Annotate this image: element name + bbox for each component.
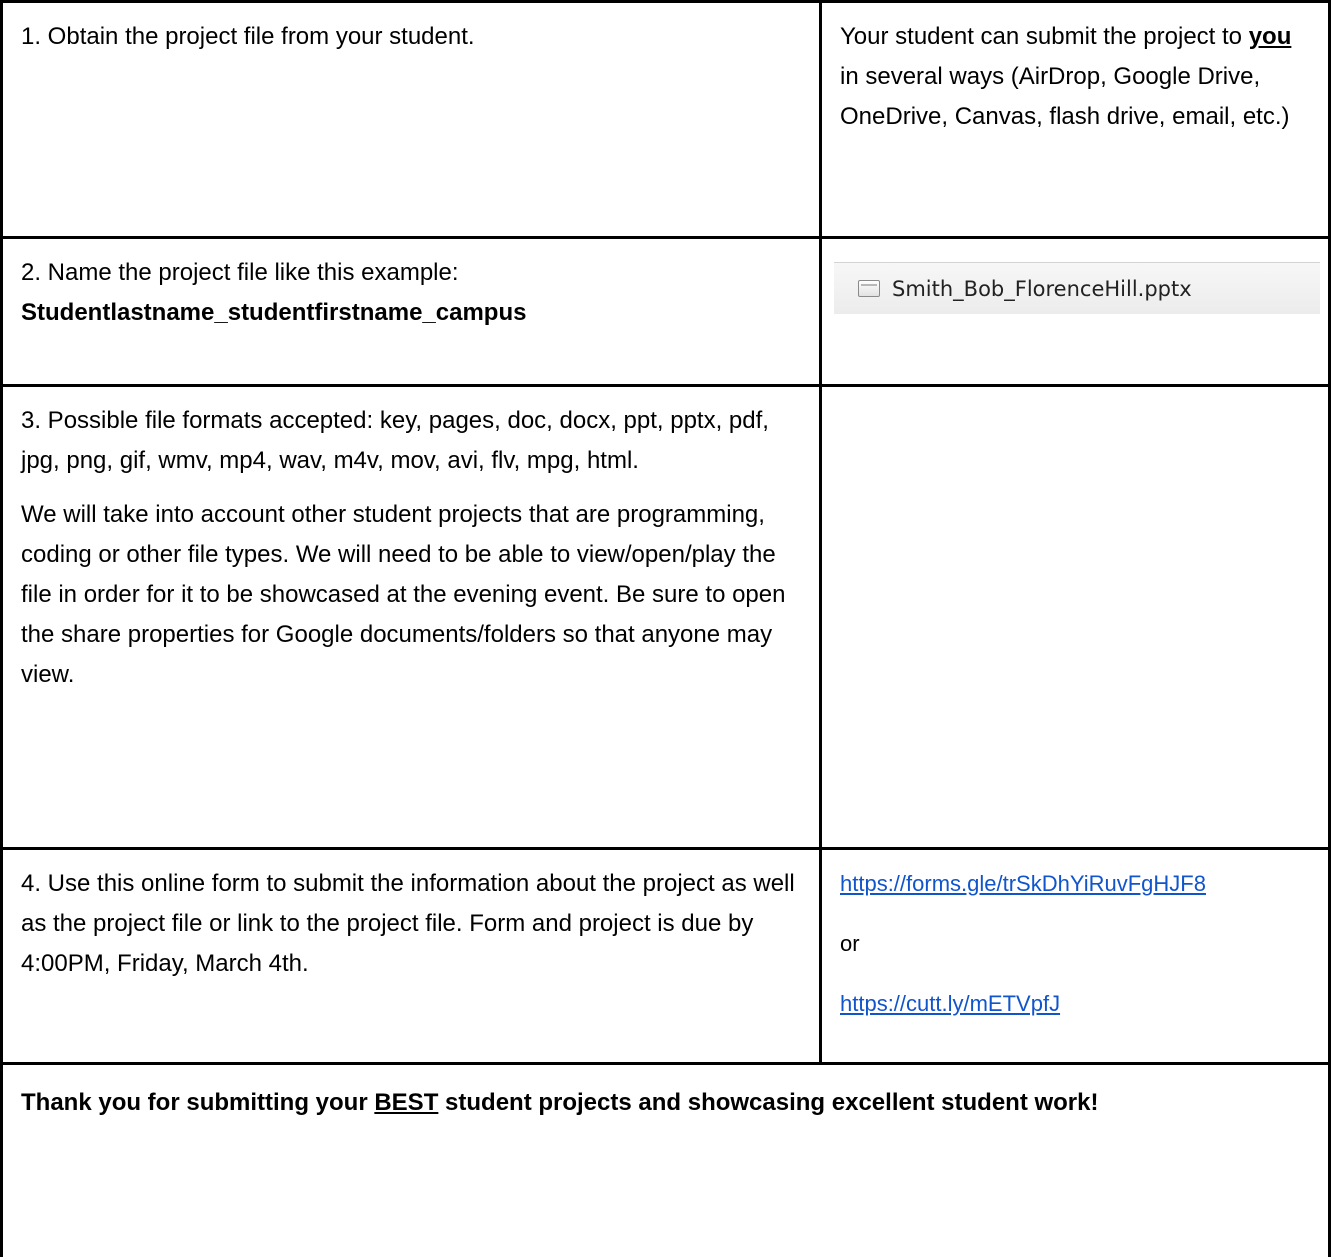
or-text: or <box>840 931 860 956</box>
thank-you-message: Thank you for submitting your BEST stude… <box>21 1083 1314 1123</box>
step-1-note: Your student can submit the project to y… <box>840 17 1314 137</box>
step-2-cell: 2. Name the project file like this examp… <box>3 239 819 384</box>
step-3-right-cell <box>822 387 1328 847</box>
step-1-note-emphasis: you <box>1248 23 1292 50</box>
step-4-cell: 4. Use this online form to submit the in… <box>3 850 819 1062</box>
example-file-entry: Smith_Bob_FlorenceHill.pptx <box>834 262 1320 314</box>
step-4-links-cell: https://forms.gle/trSkDhYiRuvFgHJF8 or h… <box>822 850 1328 1062</box>
step-3-details: We will take into account other student … <box>21 501 786 688</box>
short-link[interactable]: https://cutt.ly/mETVpfJ <box>840 991 1060 1016</box>
step-3-cell: 3. Possible file formats accepted: key, … <box>3 387 819 847</box>
step-1-cell: 1. Obtain the project file from your stu… <box>3 3 819 236</box>
document-icon <box>858 280 880 297</box>
thank-you-emphasis: BEST <box>374 1089 439 1116</box>
thank-you-cell: Thank you for submitting your BEST stude… <box>3 1065 1328 1257</box>
example-filename: Smith_Bob_FlorenceHill.pptx <box>892 276 1192 301</box>
step-4-text: 4. Use this online form to submit the in… <box>21 870 795 977</box>
thank-you-after: student projects and showcasing excellen… <box>438 1089 1099 1116</box>
step-1-note-after: in several ways (AirDrop, Google Drive, … <box>840 63 1290 130</box>
step-1-note-cell: Your student can submit the project to y… <box>822 3 1328 236</box>
form-link[interactable]: https://forms.gle/trSkDhYiRuvFgHJF8 <box>840 871 1206 896</box>
thank-you-before: Thank you for submitting your <box>21 1089 375 1116</box>
step-2-filename-pattern: Studentlastname_studentfirstname_campus <box>21 299 527 326</box>
form-link-line: https://forms.gle/trSkDhYiRuvFgHJF8 <box>840 864 1314 904</box>
step-2-text: 2. Name the project file like this examp… <box>21 253 805 333</box>
step-1-text: 1. Obtain the project file from your stu… <box>21 23 475 50</box>
instructions-table: 1. Obtain the project file from your stu… <box>0 0 1331 1257</box>
step-2-instruction: 2. Name the project file like this examp… <box>21 259 459 286</box>
step-3-formats: 3. Possible file formats accepted: key, … <box>21 407 769 474</box>
step-1-note-before: Your student can submit the project to <box>840 23 1249 50</box>
short-link-line: https://cutt.ly/mETVpfJ <box>840 984 1314 1024</box>
